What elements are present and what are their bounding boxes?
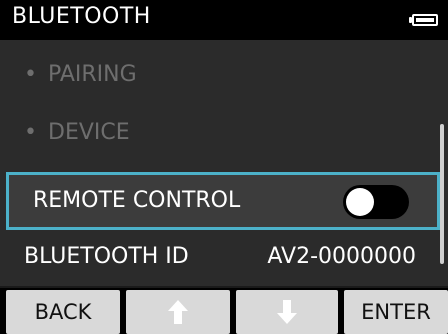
scrollbar[interactable] <box>440 124 444 264</box>
menu-item-bluetooth-id[interactable]: BLUETOOTH ID AV2-0000000 <box>0 228 432 286</box>
menu-item-remote-control[interactable]: REMOTE CONTROL <box>6 172 440 230</box>
menu-item-label: REMOTE CONTROL <box>33 188 241 213</box>
menu-item-pairing[interactable]: • PAIRING <box>0 46 432 104</box>
bluetooth-id-value: AV2-0000000 <box>267 244 416 269</box>
remote-control-toggle[interactable] <box>343 185 409 219</box>
battery-icon <box>409 14 438 26</box>
back-button[interactable]: BACK <box>6 290 120 334</box>
header-bar: BLUETOOTH <box>0 0 448 40</box>
settings-menu: • PAIRING • DEVICE REMOTE CONTROL BLUETO… <box>0 40 448 286</box>
menu-item-label: BLUETOOTH ID <box>24 244 189 269</box>
menu-item-label: DEVICE <box>48 120 130 145</box>
page-title: BLUETOOTH <box>12 4 151 29</box>
menu-item-label: PAIRING <box>48 62 137 87</box>
arrow-down-icon <box>277 300 297 324</box>
bullet-icon: • <box>24 62 37 87</box>
down-button[interactable] <box>236 290 338 334</box>
toggle-knob <box>346 188 374 216</box>
arrow-up-icon <box>168 300 188 324</box>
up-button[interactable] <box>126 290 230 334</box>
bullet-icon: • <box>24 120 37 145</box>
bluetooth-screen: BLUETOOTH • PAIRING • DEVICE REMOTE CONT… <box>0 0 448 334</box>
enter-button[interactable]: ENTER <box>344 290 448 334</box>
menu-item-device[interactable]: • DEVICE <box>0 104 432 162</box>
footer-buttons: BACK ENTER <box>0 288 448 334</box>
